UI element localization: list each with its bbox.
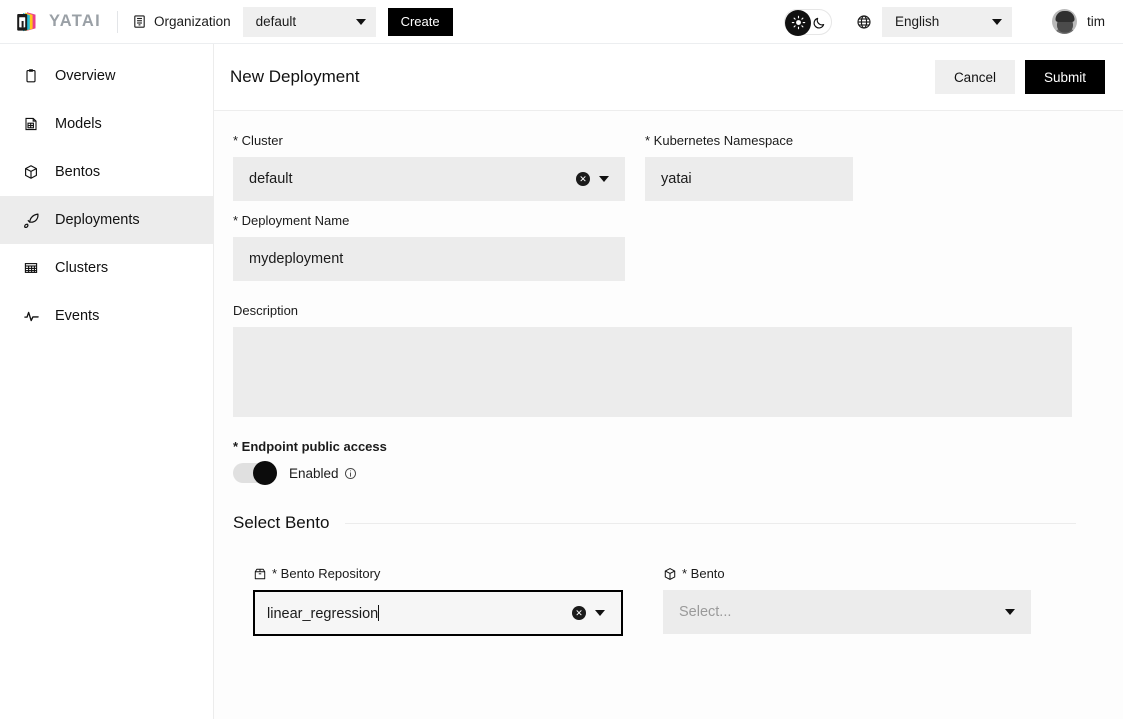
package-icon [253,567,267,581]
organization-label: Organization [154,14,231,29]
create-button[interactable]: Create [387,7,453,36]
namespace-label: * Kubernetes Namespace [645,133,794,148]
deployment-form: * Cluster default ✕ * Kubernetes Namespa… [214,111,1123,636]
model-icon [22,115,40,133]
namespace-input-value: yatai [661,171,692,187]
namespace-field: * Kubernetes Namespace yatai [645,133,853,201]
bento-label-text: * Bento [682,566,725,581]
bento-repository-field: * Bento Repository linear_regression ✕ [253,566,623,636]
organization-select[interactable]: default [242,6,376,37]
sidebar-item-label: Deployments [55,212,140,228]
clipboard-icon [22,67,40,85]
cube-icon [22,163,40,181]
chevron-down-icon[interactable] [599,176,609,182]
language-select-value: English [895,14,940,29]
endpoint-access-state: Enabled [289,466,357,481]
bento-repository-label: * Bento Repository [253,566,623,581]
deployment-name-input[interactable]: mydeployment [233,237,625,281]
sidebar-item-overview[interactable]: Overview [0,52,213,100]
sidebar-item-models[interactable]: Models [0,100,213,148]
sidebar-item-label: Bentos [55,164,101,180]
sidebar: Overview Models Bentos Deployments Clust… [0,44,214,719]
organization-select-value: default [255,14,297,29]
bento-select[interactable]: Select... [663,590,1031,634]
grid-server-icon [22,259,40,277]
chevron-down-icon[interactable] [595,610,605,616]
sidebar-item-deployments[interactable]: Deployments [0,196,213,244]
globe-icon[interactable] [856,14,872,30]
info-icon[interactable] [344,467,357,480]
select-bento-row: * Bento Repository linear_regression ✕ *… [233,566,1090,636]
sidebar-item-label: Models [55,116,102,132]
toggle-knob [253,461,277,485]
submit-button[interactable]: Submit [1024,60,1105,94]
bento-field: * Bento Select... [663,566,1031,636]
activity-icon [22,307,40,325]
endpoint-access-field: * Endpoint public access Enabled [233,439,1090,485]
text-cursor [378,604,380,621]
cluster-select[interactable]: default ✕ [233,157,625,201]
top-bar-right: English tim [784,6,1123,37]
sidebar-item-label: Clusters [55,260,109,276]
language-select[interactable]: English [882,6,1012,37]
cluster-field: * Cluster default ✕ [233,133,625,201]
sidebar-item-events[interactable]: Events [0,292,213,340]
bento-repository-input[interactable]: linear_regression ✕ [253,590,623,636]
sidebar-item-label: Events [55,308,100,324]
bento-repository-input-value: linear_regression [267,604,380,622]
organization-menu[interactable]: Organization [132,14,231,29]
endpoint-access-state-label: Enabled [289,465,339,481]
page-header: New Deployment Cancel Submit [214,44,1123,111]
endpoint-access-toggle[interactable] [233,461,277,485]
cancel-button[interactable]: Cancel [934,60,1015,94]
sun-icon[interactable] [785,9,811,36]
form-row-cluster-namespace: * Cluster default ✕ * Kubernetes Namespa… [233,133,1090,201]
description-label: Description [233,303,299,318]
chevron-down-icon [992,18,1002,25]
organization-icon [132,14,147,29]
sidebar-item-label: Overview [55,68,116,84]
moon-icon[interactable] [812,10,827,36]
user-name: tim [1087,14,1105,29]
select-bento-section-header: Select Bento [233,513,1090,533]
description-field: Description [233,303,1090,417]
clear-circle-icon[interactable]: ✕ [572,606,586,620]
theme-toggle[interactable] [784,8,832,36]
page-title: New Deployment [230,67,360,86]
cluster-select-value: default [249,171,293,187]
bento-repository-label-text: * Bento Repository [272,566,381,581]
cube-icon [663,567,677,581]
avatar [1052,9,1077,34]
cluster-label: * Cluster [233,133,283,148]
user-menu[interactable]: tim [1052,9,1105,34]
description-textarea[interactable] [233,327,1072,417]
form-row-deployment-name: * Deployment Name mydeployment [233,213,1090,281]
bento-label: * Bento [663,566,1031,581]
chevron-down-icon[interactable] [1005,609,1015,615]
top-bar: YATAI Organization default Create Englis… [0,0,1123,44]
deployment-name-field: * Deployment Name mydeployment [233,213,625,281]
main-content: New Deployment Cancel Submit * Cluster d… [214,44,1123,719]
namespace-input[interactable]: yatai [645,157,853,201]
header-divider [117,10,119,33]
endpoint-access-row: Enabled [233,461,1090,485]
clear-circle-icon[interactable]: ✕ [576,172,590,186]
sidebar-item-bentos[interactable]: Bentos [0,148,213,196]
deployment-name-label: * Deployment Name [233,213,350,228]
bento-select-placeholder: Select... [679,604,732,620]
rocket-icon [22,211,40,229]
page-header-actions: Cancel Submit [934,60,1105,94]
section-divider [345,522,1076,524]
brand-home-link[interactable]: YATAI [0,0,101,43]
brand-name: YATAI [49,12,102,30]
yatai-logo-icon [14,9,40,35]
deployment-name-input-value: mydeployment [249,251,344,267]
sidebar-item-clusters[interactable]: Clusters [0,244,213,292]
endpoint-access-label: * Endpoint public access [233,439,387,454]
select-bento-title: Select Bento [233,513,330,532]
chevron-down-icon [355,18,366,25]
